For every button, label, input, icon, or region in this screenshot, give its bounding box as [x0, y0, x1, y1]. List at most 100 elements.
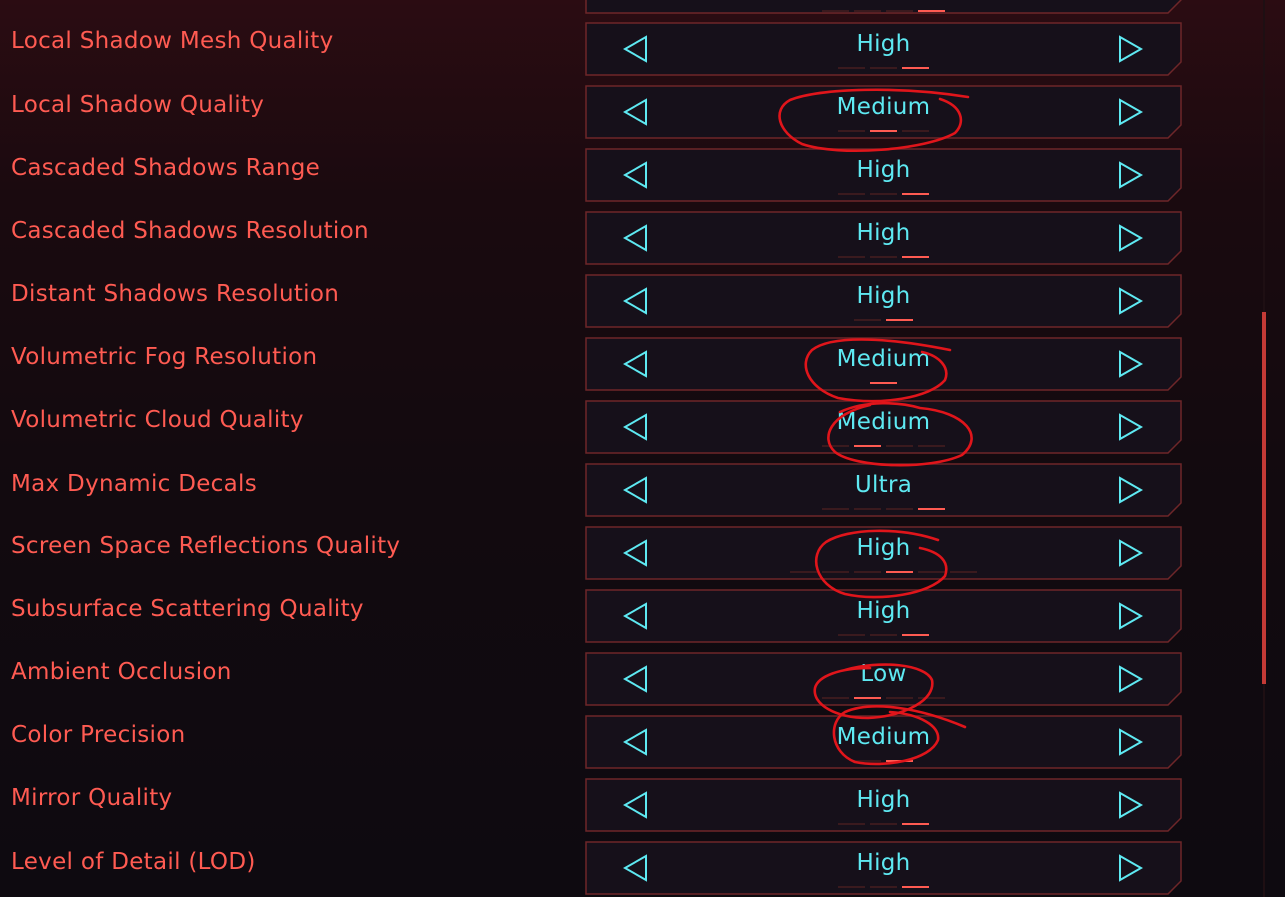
- setting-value: High: [856, 787, 911, 813]
- setting-label: Ambient Occlusion: [11, 659, 232, 685]
- triangle-right-icon[interactable]: [1115, 727, 1145, 757]
- pip: [838, 193, 865, 195]
- setting-label: Local Shadow Mesh Quality: [11, 28, 334, 54]
- setting-row: Cascaded Shadows Range High: [0, 148, 1250, 211]
- pip-indicator: [585, 256, 1182, 258]
- pip-indicator: [585, 760, 1182, 762]
- pip-indicator: [585, 382, 1182, 384]
- pip-indicator: [585, 571, 1182, 573]
- setting-row: Local Shadow Quality Medium: [0, 85, 1250, 148]
- pip: [886, 697, 913, 699]
- pip-active: [886, 760, 913, 762]
- setting-selector[interactable]: Medium: [585, 337, 1182, 391]
- pip-active: [902, 823, 929, 825]
- graphics-settings-screen: Local Shadow Mesh Quality High Local Shado…: [0, 0, 1285, 897]
- setting-row: Color Precision Medium: [0, 715, 1250, 778]
- setting-value: Ultra: [854, 472, 913, 498]
- pip-active: [902, 193, 929, 195]
- setting-label: Screen Space Reflections Quality: [11, 533, 401, 559]
- pip-active: [854, 697, 881, 699]
- setting-selector[interactable]: High: [585, 211, 1182, 265]
- pip-active: [870, 130, 897, 132]
- setting-selector[interactable]: Ultra: [585, 463, 1182, 517]
- pip: [902, 130, 929, 132]
- pip: [822, 508, 849, 510]
- setting-label: Cascaded Shadows Range: [11, 155, 321, 181]
- pip: [918, 697, 945, 699]
- pip-active: [854, 445, 881, 447]
- pip: [854, 508, 881, 510]
- partial-selector[interactable]: [585, 0, 1182, 14]
- pip-indicator: [585, 823, 1182, 825]
- pip: [950, 571, 977, 573]
- setting-row: Mirror Quality High: [0, 778, 1250, 841]
- setting-selector[interactable]: High: [585, 841, 1182, 895]
- pip: [838, 130, 865, 132]
- setting-selector[interactable]: Low: [585, 652, 1182, 706]
- pip-indicator: [585, 193, 1182, 195]
- pip-indicator: [585, 634, 1182, 636]
- pip-indicator: [585, 10, 1182, 12]
- setting-label: Mirror Quality: [11, 785, 173, 811]
- pip: [870, 256, 897, 258]
- setting-row: Level of Detail (LOD) High: [0, 841, 1250, 897]
- pip-active: [870, 382, 897, 384]
- setting-label: Subsurface Scattering Quality: [11, 596, 364, 622]
- triangle-right-icon[interactable]: [1115, 34, 1145, 64]
- triangle-right-icon[interactable]: [1115, 601, 1145, 631]
- pip: [886, 445, 913, 447]
- triangle-right-icon[interactable]: [1115, 412, 1145, 442]
- pip-active: [902, 256, 929, 258]
- pip: [854, 760, 881, 762]
- pip: [870, 823, 897, 825]
- setting-row: Volumetric Cloud Quality Medium: [0, 400, 1250, 463]
- triangle-right-icon[interactable]: [1115, 160, 1145, 190]
- setting-selector[interactable]: High: [585, 22, 1182, 76]
- pip: [822, 445, 849, 447]
- setting-row: Cascaded Shadows Resolution High: [0, 211, 1250, 274]
- setting-selector[interactable]: High: [585, 274, 1182, 328]
- setting-value: Medium: [836, 724, 931, 750]
- setting-selector[interactable]: Medium: [585, 400, 1182, 454]
- setting-selector[interactable]: High: [585, 589, 1182, 643]
- setting-value: High: [856, 283, 911, 309]
- setting-value: Medium: [836, 409, 931, 435]
- triangle-right-icon[interactable]: [1115, 790, 1145, 820]
- pip: [854, 319, 881, 321]
- setting-label: Distant Shadows Resolution: [11, 281, 340, 307]
- setting-value: High: [856, 598, 911, 624]
- setting-selector[interactable]: High: [585, 148, 1182, 202]
- setting-selector[interactable]: High: [585, 778, 1182, 832]
- setting-selector[interactable]: Medium: [585, 85, 1182, 139]
- pip: [838, 823, 865, 825]
- triangle-right-icon[interactable]: [1115, 349, 1145, 379]
- pip-indicator: [585, 319, 1182, 321]
- triangle-right-icon[interactable]: [1115, 475, 1145, 505]
- pip-indicator: [585, 508, 1182, 510]
- triangle-right-icon[interactable]: [1115, 223, 1145, 253]
- triangle-right-icon[interactable]: [1115, 97, 1145, 127]
- triangle-right-icon[interactable]: [1115, 853, 1145, 883]
- pip: [838, 67, 865, 69]
- setting-label: Local Shadow Quality: [11, 92, 265, 118]
- setting-row: Local Shadow Mesh Quality High: [0, 22, 1250, 85]
- pip-indicator: [585, 445, 1182, 447]
- setting-selector[interactable]: High: [585, 526, 1182, 580]
- pip: [822, 571, 849, 573]
- pip: [870, 193, 897, 195]
- setting-selector[interactable]: Medium: [585, 715, 1182, 769]
- pip: [838, 634, 865, 636]
- pip-active: [886, 319, 913, 321]
- pip-active: [902, 886, 929, 888]
- setting-row: Max Dynamic Decals Ultra: [0, 463, 1250, 526]
- pip: [870, 886, 897, 888]
- triangle-right-icon[interactable]: [1115, 286, 1145, 316]
- setting-row: Distant Shadows Resolution High: [0, 274, 1250, 337]
- pip: [886, 508, 913, 510]
- scrollbar-thumb[interactable]: [1262, 312, 1266, 684]
- triangle-right-icon[interactable]: [1115, 538, 1145, 568]
- triangle-right-icon[interactable]: [1115, 664, 1145, 694]
- pip: [918, 445, 945, 447]
- pip: [870, 634, 897, 636]
- setting-value: High: [856, 850, 911, 876]
